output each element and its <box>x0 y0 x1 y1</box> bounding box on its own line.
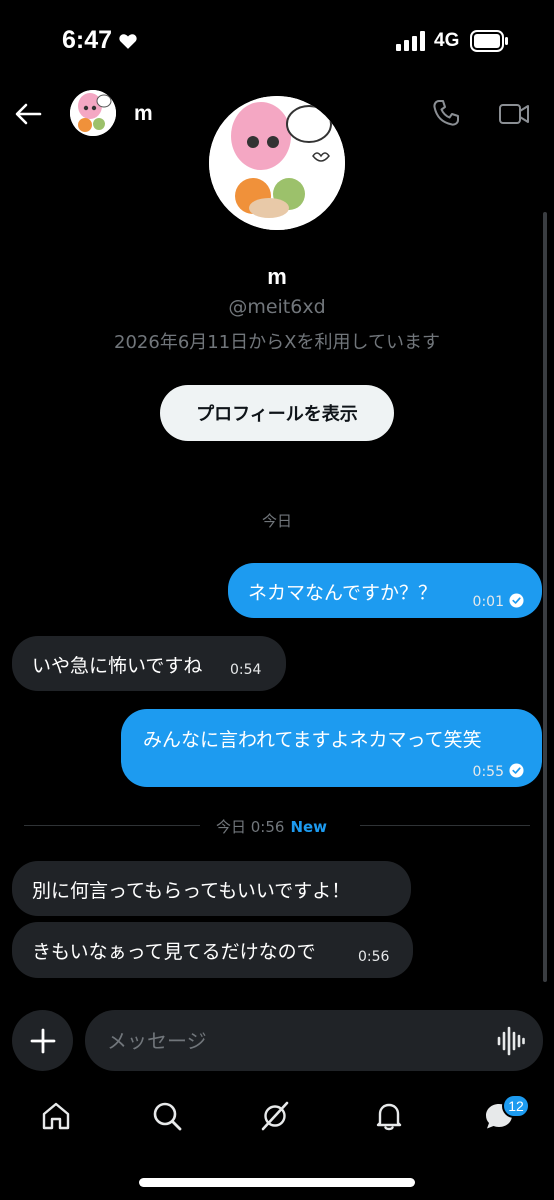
message-bubble-incoming[interactable]: 別に何言ってもらってもいいですよ！ <box>12 861 411 916</box>
profile-handle: @meit6xd <box>228 296 326 318</box>
read-check-icon <box>509 593 524 608</box>
view-profile-button[interactable]: プロフィールを表示 <box>160 385 394 441</box>
message-meta: 0:01 <box>473 589 524 611</box>
add-attachment-button[interactable] <box>12 1010 73 1071</box>
profile-name: m <box>267 264 287 289</box>
scrollbar[interactable] <box>543 212 547 982</box>
home-indicator[interactable] <box>139 1178 415 1187</box>
message-bubble-outgoing[interactable]: ネカマなんですか？？ 0:01 <box>228 563 542 618</box>
conversation-title[interactable]: m <box>134 102 153 126</box>
message-time: 0:55 <box>472 764 504 780</box>
avatar[interactable] <box>70 90 116 136</box>
profile-joined-date: 2026年6月11日からXを利用しています <box>114 332 440 353</box>
message-text: いや急に怖いですね <box>32 655 203 677</box>
search-icon[interactable] <box>151 1100 183 1132</box>
voice-waveform-icon[interactable] <box>497 1026 525 1056</box>
message-time: 0:56 <box>358 949 390 965</box>
home-icon[interactable] <box>40 1100 72 1132</box>
new-separator-time: 今日 0:56 <box>216 818 285 836</box>
messages-badge: 12 <box>502 1094 530 1118</box>
message-time: 0:01 <box>472 594 504 610</box>
new-messages-separator: 今日 0:56 New <box>24 816 530 836</box>
new-badge: New <box>290 818 328 836</box>
message-text: きもいなぁって見てるだけなので <box>32 941 316 963</box>
status-bar: 6:47 4G <box>0 0 554 86</box>
video-camera-icon[interactable] <box>498 100 530 128</box>
conversation-header: m <box>0 86 554 146</box>
message-text: ネカマなんですか？？ <box>248 582 438 604</box>
message-bubble-outgoing[interactable]: みんなに言われてますよネカマって笑笑 0:55 <box>121 709 542 787</box>
divider <box>360 825 530 826</box>
plus-icon <box>30 1028 55 1053</box>
arrow-left-icon[interactable] <box>14 100 42 128</box>
message-text: 別に何言ってもらってもいいですよ！ <box>32 880 351 902</box>
date-separator: 今日 <box>261 512 292 530</box>
message-input[interactable] <box>85 1010 543 1071</box>
message-text: みんなに言われてますよネカマって笑笑 <box>143 729 482 751</box>
grok-icon[interactable] <box>259 1100 291 1132</box>
network-type: 4G <box>434 30 460 51</box>
phone-icon[interactable] <box>431 98 461 128</box>
battery-icon <box>470 30 508 52</box>
cellular-signal-icon <box>396 31 425 51</box>
message-bubble-incoming[interactable]: いや急に怖いですね 0:54 <box>12 636 286 691</box>
heart-icon <box>119 34 137 49</box>
status-time: 6:47 <box>62 26 113 54</box>
new-separator-label: 今日 0:56 New <box>216 816 327 837</box>
divider <box>24 825 200 826</box>
bell-icon[interactable] <box>373 1100 405 1132</box>
message-bubble-incoming[interactable]: きもいなぁって見てるだけなので 0:56 <box>12 922 413 978</box>
message-meta: 0:55 <box>473 759 524 781</box>
read-check-icon <box>509 763 524 778</box>
message-time: 0:54 <box>230 662 262 678</box>
bottom-navigation <box>0 1090 554 1150</box>
